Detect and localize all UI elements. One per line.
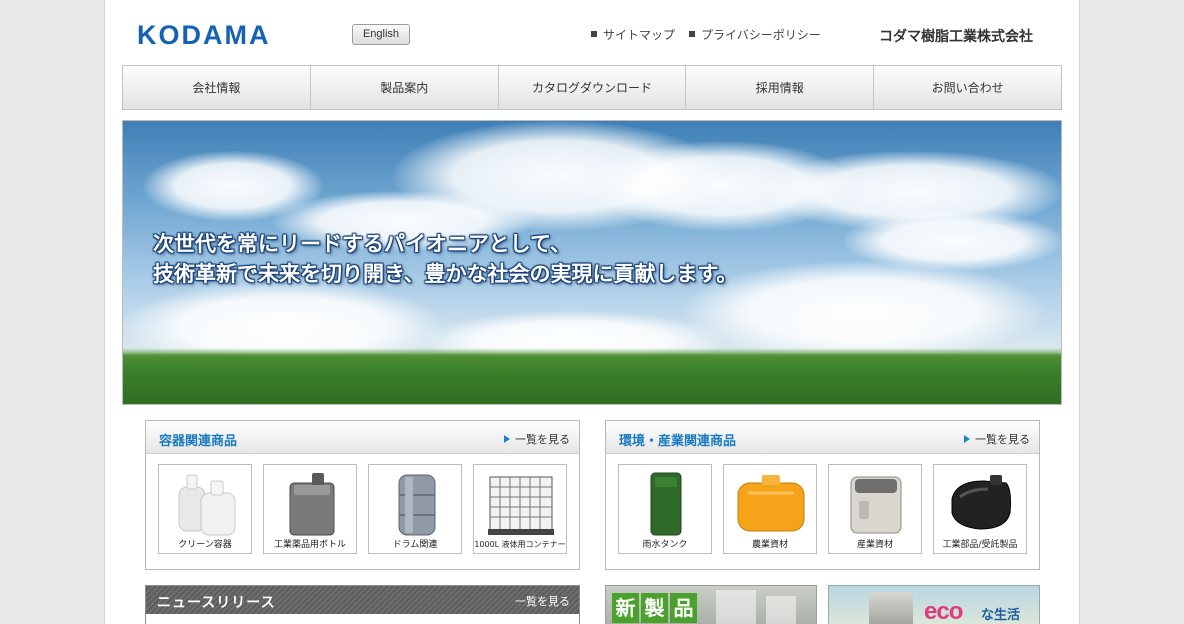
drum-icon bbox=[398, 474, 436, 536]
privacy-policy-link[interactable]: プライバシーポリシー bbox=[689, 26, 821, 43]
hero-banner: 次世代を常にリードするパイオニアとして、 技術革新で未来を切り開き、豊かな社会の… bbox=[122, 120, 1062, 405]
green-field bbox=[123, 348, 1061, 404]
product-caption: 工業部品/受託製品 bbox=[942, 540, 1018, 550]
nav-recruit[interactable]: 採用情報 bbox=[686, 66, 875, 109]
clean-container-icon bbox=[178, 474, 236, 536]
view-all-link[interactable]: 一覧を見る bbox=[504, 431, 570, 447]
view-all-link[interactable]: 一覧を見る bbox=[964, 431, 1030, 447]
triangle-right-icon bbox=[964, 435, 970, 443]
english-button[interactable]: English bbox=[352, 24, 410, 45]
news-release-section: ニュースリリース 一覧を見る bbox=[145, 585, 580, 624]
environment-products-panel: 環境・産業関連商品 一覧を見る 雨水タンク 農業資材 産業資材 工業部品/受託製… bbox=[605, 420, 1040, 570]
jerrycan-icon bbox=[289, 473, 335, 536]
product-agricultural[interactable]: 農業資材 bbox=[723, 464, 817, 554]
product-industrial[interactable]: 産業資材 bbox=[828, 464, 922, 554]
eco-machine-image bbox=[869, 592, 913, 624]
industrial-bin-icon bbox=[850, 476, 902, 534]
sitemap-label: サイトマップ bbox=[603, 28, 676, 42]
view-all-label: 一覧を見る bbox=[515, 433, 570, 446]
badge-char: 品 bbox=[670, 593, 697, 623]
new-product-banner[interactable]: 新 製 品 bbox=[605, 585, 817, 624]
news-title: ニュースリリース bbox=[157, 595, 276, 611]
eco-logo: eco bbox=[924, 598, 963, 624]
nav-products[interactable]: 製品案内 bbox=[311, 66, 499, 109]
eco-life-label: な生活 bbox=[981, 608, 1021, 623]
kodama-logo[interactable]: KODAMA bbox=[137, 20, 271, 51]
hero-line-2: 技術革新で未来を切り開き、豊かな社会の実現に貢献します。 bbox=[153, 261, 738, 286]
product-drum[interactable]: ドラム関連 bbox=[368, 464, 462, 554]
nav-catalog-download[interactable]: カタログダウンロード bbox=[499, 66, 687, 109]
square-bullet-icon bbox=[689, 31, 695, 37]
square-bullet-icon bbox=[591, 31, 597, 37]
company-name: コダマ樹脂工業株式会社 bbox=[879, 29, 1033, 45]
nav-contact[interactable]: お問い合わせ bbox=[874, 66, 1061, 109]
news-view-all-link[interactable]: 一覧を見る bbox=[515, 593, 570, 609]
global-nav: 会社情報 製品案内 カタログダウンロード 採用情報 お問い合わせ bbox=[122, 65, 1062, 110]
panel-header: 容器関連商品 一覧を見る bbox=[146, 421, 579, 454]
product-caption: 1000L 液体用コンテナー bbox=[474, 540, 566, 549]
product-caption: 産業資材 bbox=[856, 540, 893, 550]
ibc-tote-icon bbox=[488, 476, 554, 535]
badge-char: 製 bbox=[641, 593, 668, 623]
hero-line-1: 次世代を常にリードするパイオニアとして、 bbox=[153, 231, 571, 256]
privacy-policy-label: プライバシーポリシー bbox=[701, 28, 821, 42]
product-caption: 農業資材 bbox=[751, 540, 788, 550]
panel-header: 環境・産業関連商品 一覧を見る bbox=[606, 421, 1039, 454]
new-product-badge: 新 製 品 bbox=[612, 593, 697, 623]
product-caption: ドラム関連 bbox=[392, 540, 438, 550]
product-caption: クリーン容器 bbox=[178, 540, 232, 550]
product-industrial-parts[interactable]: 工業部品/受託製品 bbox=[933, 464, 1027, 554]
triangle-right-icon bbox=[504, 435, 510, 443]
rainwater-tank-icon bbox=[650, 472, 682, 536]
product-caption: 工業薬品用ボトル bbox=[273, 540, 346, 550]
news-header: ニュースリリース 一覧を見る bbox=[146, 586, 579, 614]
product-clean-container[interactable]: クリーン容器 bbox=[158, 464, 252, 554]
product-caption: 雨水タンク bbox=[642, 540, 688, 550]
decoration bbox=[766, 596, 796, 624]
decoration bbox=[716, 590, 756, 624]
page: KODAMA English サイトマップ プライバシーポリシー コダマ樹脂工業… bbox=[104, 0, 1080, 624]
product-rainwater-tank[interactable]: 雨水タンク bbox=[618, 464, 712, 554]
view-all-label: 一覧を見る bbox=[975, 433, 1030, 446]
eco-life-banner[interactable]: eco な生活 bbox=[828, 585, 1040, 624]
black-tank-icon bbox=[951, 475, 1011, 530]
container-products-panel: 容器関連商品 一覧を見る クリーン容器 工業薬品用ボトル ドラム関連 1000L… bbox=[145, 420, 580, 570]
panel-title: 環境・産業関連商品 bbox=[619, 434, 737, 449]
nav-company-info[interactable]: 会社情報 bbox=[123, 66, 311, 109]
product-ibc-container[interactable]: 1000L 液体用コンテナー bbox=[473, 464, 567, 554]
badge-char: 新 bbox=[612, 593, 639, 623]
orange-tank-icon bbox=[737, 475, 805, 532]
product-chemical-bottle[interactable]: 工業薬品用ボトル bbox=[263, 464, 357, 554]
hero-tagline: 次世代を常にリードするパイオニアとして、 技術革新で未来を切り開き、豊かな社会の… bbox=[153, 229, 737, 289]
panel-title: 容器関連商品 bbox=[159, 434, 238, 449]
sitemap-link[interactable]: サイトマップ bbox=[591, 26, 675, 43]
